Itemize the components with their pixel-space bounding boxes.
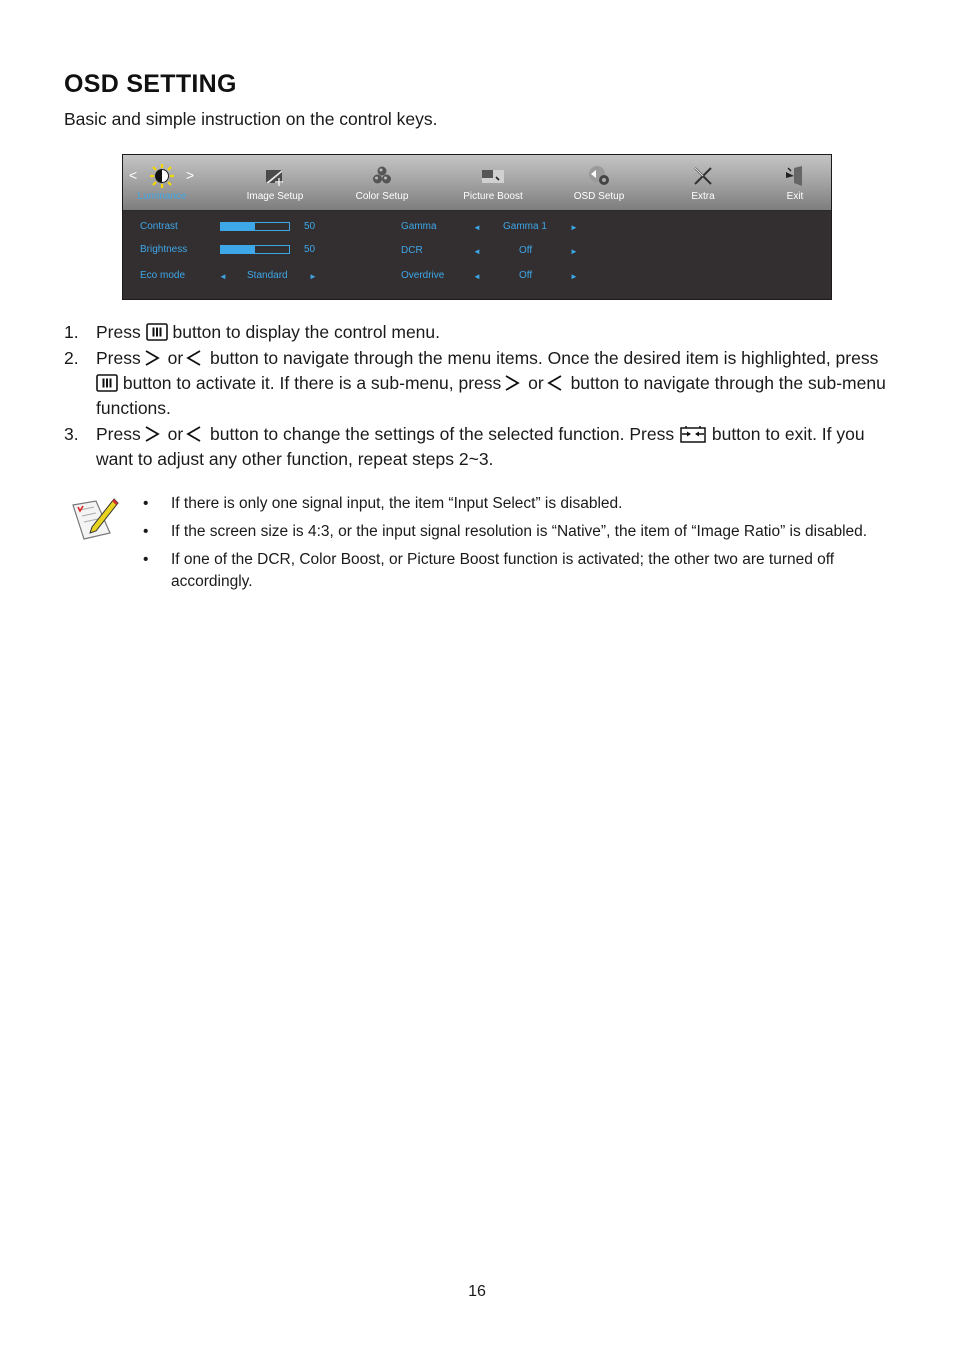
page-number: 16 (468, 1283, 486, 1300)
step-text: Press (96, 424, 141, 444)
gamma-left-arrow-icon[interactable]: ◄ (473, 223, 481, 232)
tab-label: Image Setup (246, 191, 304, 202)
note-text: If one of the DCR, Color Boost, or Pictu… (171, 551, 835, 590)
left-key-icon (544, 374, 566, 392)
dcr-value: Off (519, 245, 533, 256)
note-text: If there is only one signal input, the i… (171, 495, 623, 512)
gamma-right-arrow-icon[interactable]: ► (570, 223, 578, 232)
brightness-label: Brightness (140, 244, 188, 255)
dcr-label: DCR (401, 245, 423, 256)
step-number: 2. (64, 348, 79, 368)
contrast-label: Contrast (140, 221, 178, 232)
note-item: • If there is only one signal input, the … (143, 493, 893, 515)
step-text: or (528, 373, 544, 393)
step-3: 3. Press or button to change the setting… (64, 422, 894, 472)
menu-key-icon (96, 374, 118, 392)
step-number: 1. (64, 322, 79, 342)
contrast-slider[interactable] (220, 222, 290, 231)
eco-mode-label: Eco mode (140, 270, 186, 281)
step-number: 3. (64, 424, 79, 444)
tab-luminance[interactable]: Luminance (123, 155, 201, 210)
tab-label: Exit (786, 191, 804, 202)
notes-list: • If there is only one signal input, the … (143, 493, 893, 599)
gamma-label: Gamma (401, 221, 437, 232)
gamma-value: Gamma 1 (503, 221, 547, 232)
step-text: Press (96, 348, 141, 368)
image-setup-icon (266, 170, 283, 186)
eco-mode-value: Standard (247, 270, 288, 281)
exit-key-icon (679, 425, 707, 443)
tab-label: Color Setup (355, 191, 409, 202)
page-title: OSD SETTING (64, 70, 237, 98)
bullet: • (143, 523, 149, 540)
tab-extra[interactable]: Extra (663, 155, 743, 210)
osd-menu: < > Luminance Image Setup Color Setup Pi… (122, 154, 832, 300)
step-text: or (167, 424, 184, 444)
tab-image-setup[interactable]: Image Setup (235, 155, 315, 210)
right-key-icon (141, 425, 163, 443)
right-key-icon (501, 374, 523, 392)
contrast-value: 50 (304, 221, 316, 232)
left-key-icon (183, 349, 205, 367)
tab-color-setup[interactable]: Color Setup (342, 155, 422, 210)
note-item: • If one of the DCR, Color Boost, or Pict… (143, 549, 893, 593)
overdrive-right-arrow-icon[interactable]: ► (570, 272, 578, 281)
step-text: or (167, 348, 184, 368)
step-text: button to navigate through the menu item… (210, 348, 879, 368)
overdrive-value: Off (519, 270, 533, 281)
luminance-icon (150, 164, 174, 188)
tab-label: Extra (691, 191, 715, 202)
extra-icon (694, 167, 712, 185)
right-key-icon (141, 349, 163, 367)
brightness-slider[interactable] (220, 245, 290, 254)
step-2: 2. Press or button to navigate through t… (64, 346, 894, 421)
tab-picture-boost[interactable]: Picture Boost (453, 155, 533, 210)
eco-mode-right-arrow-icon[interactable]: ► (309, 272, 317, 281)
exit-icon (786, 166, 802, 186)
brightness-value: 50 (304, 244, 316, 255)
note-text: If the screen size is 4:3, or the input … (171, 523, 868, 540)
step-text: button to display the control menu. (172, 322, 441, 342)
eco-mode-left-arrow-icon[interactable]: ◄ (219, 272, 227, 281)
osd-setup-icon (589, 166, 609, 185)
step-text: Press (96, 322, 141, 342)
instruction-steps: 1. Press button to display the control m… (64, 320, 894, 473)
tab-exit[interactable]: Exit (755, 155, 835, 210)
tab-label: Luminance (137, 191, 187, 202)
step-1: 1. Press button to display the control m… (64, 320, 894, 345)
note-pencil-icon (72, 498, 119, 540)
menu-key-icon (146, 323, 168, 341)
bullet: • (143, 495, 149, 512)
step-text: button to activate it. If there is a sub… (122, 373, 502, 393)
tab-osd-setup[interactable]: OSD Setup (559, 155, 639, 210)
bullet: • (143, 551, 149, 568)
left-key-icon (183, 425, 205, 443)
page-subtitle: Basic and simple instruction on the cont… (64, 109, 438, 129)
overdrive-left-arrow-icon[interactable]: ◄ (473, 272, 481, 281)
brightness-slider-fill (221, 246, 255, 253)
osd-tab-bar: < > Luminance Image Setup Color Setup Pi… (123, 155, 831, 211)
step-text: button to change the settings of the sel… (210, 424, 675, 444)
dcr-left-arrow-icon[interactable]: ◄ (473, 247, 481, 256)
contrast-slider-fill (221, 223, 255, 230)
picture-boost-icon (482, 170, 504, 183)
tab-label: Picture Boost (463, 191, 523, 202)
tab-label: OSD Setup (573, 191, 625, 202)
note-item: • If the screen size is 4:3, or the input… (143, 521, 893, 543)
overdrive-label: Overdrive (401, 270, 445, 281)
color-setup-icon (373, 166, 391, 184)
dcr-right-arrow-icon[interactable]: ► (570, 247, 578, 256)
